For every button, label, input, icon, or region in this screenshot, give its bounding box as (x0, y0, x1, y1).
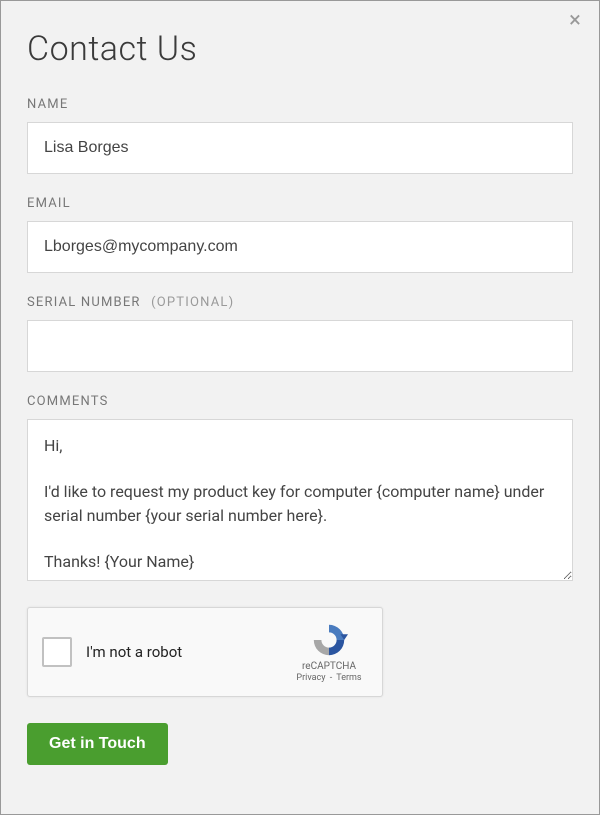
serial-input[interactable] (27, 320, 573, 372)
recaptcha-branding: reCAPTCHA Privacy - Terms (290, 621, 368, 683)
recaptcha-widget: I'm not a robot reCAPTCHA Privacy - Term… (27, 607, 383, 697)
close-button[interactable]: × (565, 11, 585, 31)
email-label: EMAIL (27, 196, 573, 211)
recaptcha-checkbox[interactable] (42, 637, 72, 667)
recaptcha-links: Privacy - Terms (296, 673, 361, 683)
close-icon: × (569, 8, 581, 33)
recaptcha-terms-link[interactable]: Terms (336, 673, 361, 683)
name-input[interactable] (27, 122, 573, 174)
serial-label: SERIAL NUMBER (OPTIONAL) (27, 295, 573, 310)
submit-button[interactable]: Get in Touch (27, 723, 168, 765)
recaptcha-label: I'm not a robot (86, 643, 290, 661)
email-input[interactable] (27, 221, 573, 273)
recaptcha-privacy-link[interactable]: Privacy (296, 673, 325, 683)
serial-label-text: SERIAL NUMBER (27, 295, 141, 310)
serial-field-group: SERIAL NUMBER (OPTIONAL) (27, 295, 573, 372)
serial-optional-text: (OPTIONAL) (151, 295, 234, 310)
recaptcha-brand: reCAPTCHA (302, 661, 356, 672)
name-label: NAME (27, 97, 573, 112)
comments-label: COMMENTS (27, 394, 573, 409)
email-field-group: EMAIL (27, 196, 573, 273)
comments-field-group: COMMENTS (27, 394, 573, 585)
comments-textarea[interactable] (27, 419, 573, 581)
page-title: Contact Us (27, 29, 573, 69)
name-field-group: NAME (27, 97, 573, 174)
recaptcha-icon (310, 621, 348, 659)
recaptcha-links-separator: - (330, 673, 333, 683)
